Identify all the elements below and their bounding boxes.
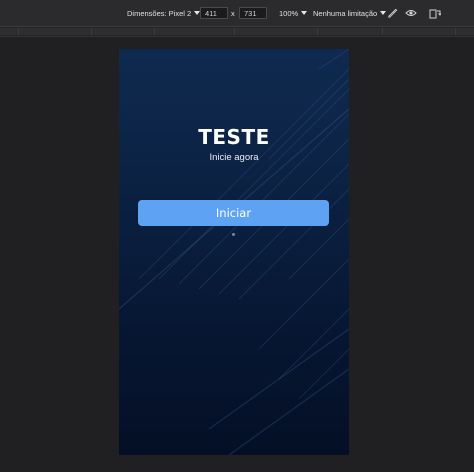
- throttle-select[interactable]: Nenhuma limitação: [313, 0, 387, 26]
- throttle-label: Nenhuma limitação: [313, 8, 378, 18]
- cursor-dot: [232, 233, 235, 236]
- height-input[interactable]: 731: [239, 7, 267, 19]
- eyedropper-icon[interactable]: [385, 6, 399, 20]
- background-streaks: [119, 49, 349, 455]
- devtools-toolbar: Dimensões: Pixel 2 411 x 731 100% Nenhum…: [0, 0, 474, 27]
- ruler-segment[interactable]: [456, 28, 474, 35]
- device-select[interactable]: Dimensões: Pixel 2: [127, 0, 201, 26]
- start-button[interactable]: Iniciar: [138, 200, 329, 226]
- zoom-label: 100%: [279, 8, 299, 18]
- eye-icon[interactable]: [404, 6, 418, 20]
- dimension-separator: x: [231, 8, 235, 18]
- ruler-segment[interactable]: [0, 28, 19, 35]
- ruler-segment[interactable]: [19, 28, 92, 35]
- app-subtitle: Inicie agora: [209, 152, 259, 163]
- rotate-icon[interactable]: [428, 6, 442, 20]
- chevron-down-icon: [301, 11, 308, 15]
- ruler-segment[interactable]: [318, 28, 383, 35]
- device-select-label: Dimensões: Pixel 2: [127, 8, 192, 18]
- app-screen: TESTE Inicie agora Iniciar: [119, 49, 349, 455]
- ruler-segment[interactable]: [92, 28, 155, 35]
- app-title: TESTE: [198, 125, 270, 149]
- width-input[interactable]: 411: [200, 7, 228, 19]
- ruler-segment[interactable]: [383, 28, 456, 35]
- zoom-select[interactable]: 100%: [279, 0, 308, 26]
- ruler-segment[interactable]: [155, 28, 235, 35]
- ruler-segment[interactable]: [235, 28, 318, 35]
- emulated-viewport: TESTE Inicie agora Iniciar: [0, 37, 474, 472]
- media-query-ruler: [0, 27, 474, 37]
